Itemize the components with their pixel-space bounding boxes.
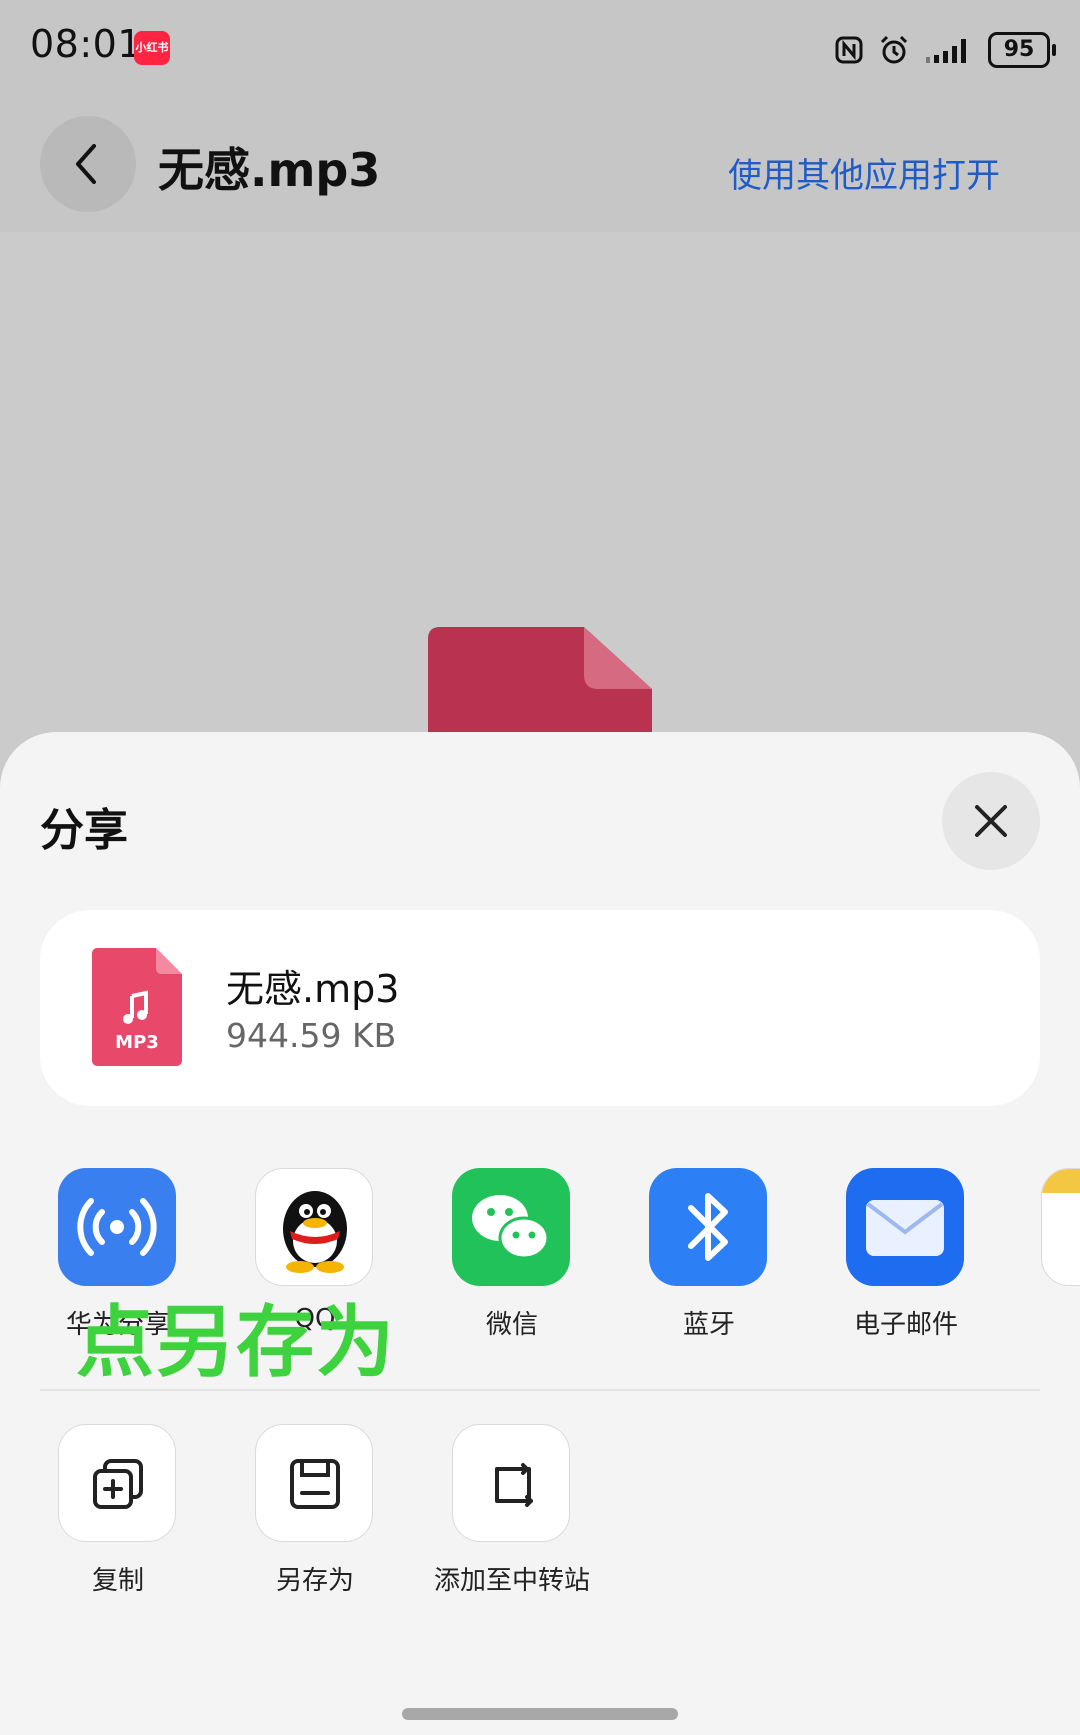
save-as-action[interactable]: 另存为 <box>225 1424 405 1604</box>
open-with-other-app-link[interactable]: 使用其他应用打开 <box>728 148 1000 197</box>
copy-icon <box>58 1424 176 1542</box>
action-label: 另存为 <box>275 1566 354 1596</box>
share-sheet: 分享 MP3 无感.mp3 944.59 KB 华为分享 QQ 微信 蓝牙 电子… <box>0 732 1080 1735</box>
clock: 08:01 <box>30 22 143 66</box>
action-row: 复制 另存为 添加至中转站 <box>0 1424 1080 1604</box>
app-notification-badge: 小红书 <box>134 31 170 65</box>
chevron-left-icon <box>76 144 96 184</box>
share-target-label: 电子邮件 <box>853 1310 958 1340</box>
back-button[interactable] <box>40 116 136 212</box>
nfc-icon <box>835 36 863 64</box>
share-target-label: 备 <box>1001 1304 1080 1341</box>
share-target-label: 微信 <box>485 1310 538 1340</box>
transfer-station-icon <box>452 1424 570 1542</box>
share-target-notes[interactable]: 备 <box>1011 1168 1080 1348</box>
home-indicator[interactable] <box>402 1708 678 1720</box>
qq-icon <box>255 1168 373 1286</box>
action-label: 复制 <box>91 1566 144 1596</box>
status-bar: 08:01 小红书 95 <box>0 0 1080 100</box>
overlay-annotation: 点另存为 <box>76 1298 397 1388</box>
save-as-icon <box>255 1424 373 1542</box>
app-header: 无感.mp3 使用其他应用打开 <box>0 100 1080 232</box>
share-target-email[interactable]: 电子邮件 <box>816 1168 996 1348</box>
signal-icon <box>926 39 966 63</box>
file-preview-icon <box>428 627 652 747</box>
share-target-bluetooth[interactable]: 蓝牙 <box>619 1168 799 1348</box>
add-to-transfer-station-action[interactable]: 添加至中转站 <box>422 1424 602 1604</box>
alarm-icon <box>880 35 908 64</box>
notes-icon <box>1041 1168 1080 1286</box>
battery-indicator: 95 <box>988 32 1056 68</box>
page-title: 无感.mp3 <box>158 143 381 197</box>
bluetooth-icon <box>649 1168 767 1286</box>
huawei-share-icon <box>58 1168 176 1286</box>
share-sheet-title: 分享 <box>40 805 128 856</box>
close-button[interactable] <box>942 772 1040 870</box>
wechat-icon <box>452 1168 570 1286</box>
action-label: 添加至中转站 <box>433 1566 590 1596</box>
email-icon <box>846 1168 964 1286</box>
shared-file-card: MP3 无感.mp3 944.59 KB <box>40 910 1040 1106</box>
share-target-wechat[interactable]: 微信 <box>422 1168 602 1348</box>
share-target-label: 蓝牙 <box>682 1310 735 1340</box>
file-size: 944.59 KB <box>226 1016 397 1055</box>
close-icon <box>975 805 1007 837</box>
status-icons: 95 <box>834 30 1056 70</box>
file-type-label: MP3 <box>115 1032 159 1053</box>
file-name: 无感.mp3 <box>226 967 400 1011</box>
copy-action[interactable]: 复制 <box>28 1424 208 1604</box>
